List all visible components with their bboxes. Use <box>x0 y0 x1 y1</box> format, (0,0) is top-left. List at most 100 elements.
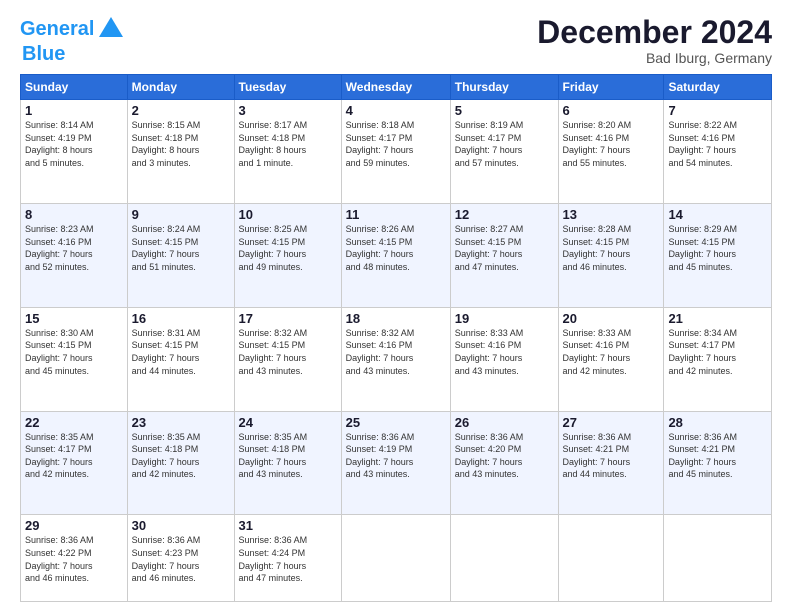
day-info: Sunrise: 8:36 AMSunset: 4:21 PMDaylight:… <box>563 431 660 481</box>
day-info: Sunrise: 8:36 AMSunset: 4:23 PMDaylight:… <box>132 534 230 584</box>
table-row: 29Sunrise: 8:36 AMSunset: 4:22 PMDayligh… <box>21 515 128 602</box>
day-info: Sunrise: 8:17 AMSunset: 4:18 PMDaylight:… <box>239 119 337 169</box>
logo-general: General <box>20 18 94 40</box>
logo-text: General <box>20 18 94 40</box>
table-row <box>341 515 450 602</box>
day-number: 22 <box>25 415 123 430</box>
day-number: 7 <box>668 103 767 118</box>
header-row: Sunday Monday Tuesday Wednesday Thursday… <box>21 75 772 100</box>
day-number: 11 <box>346 207 446 222</box>
page: General Blue December 2024 Bad Iburg, Ge… <box>0 0 792 612</box>
table-row: 26Sunrise: 8:36 AMSunset: 4:20 PMDayligh… <box>450 411 558 515</box>
day-number: 20 <box>563 311 660 326</box>
calendar-week-row: 15Sunrise: 8:30 AMSunset: 4:15 PMDayligh… <box>21 307 772 411</box>
day-number: 26 <box>455 415 554 430</box>
day-info: Sunrise: 8:25 AMSunset: 4:15 PMDaylight:… <box>239 223 337 273</box>
day-info: Sunrise: 8:35 AMSunset: 4:18 PMDaylight:… <box>132 431 230 481</box>
day-info: Sunrise: 8:18 AMSunset: 4:17 PMDaylight:… <box>346 119 446 169</box>
day-info: Sunrise: 8:36 AMSunset: 4:21 PMDaylight:… <box>668 431 767 481</box>
day-info: Sunrise: 8:24 AMSunset: 4:15 PMDaylight:… <box>132 223 230 273</box>
col-sunday: Sunday <box>21 75 128 100</box>
day-number: 28 <box>668 415 767 430</box>
table-row: 2Sunrise: 8:15 AMSunset: 4:18 PMDaylight… <box>127 100 234 204</box>
table-row: 27Sunrise: 8:36 AMSunset: 4:21 PMDayligh… <box>558 411 664 515</box>
table-row: 12Sunrise: 8:27 AMSunset: 4:15 PMDayligh… <box>450 204 558 308</box>
day-number: 17 <box>239 311 337 326</box>
day-info: Sunrise: 8:23 AMSunset: 4:16 PMDaylight:… <box>25 223 123 273</box>
table-row: 4Sunrise: 8:18 AMSunset: 4:17 PMDaylight… <box>341 100 450 204</box>
calendar-week-row: 8Sunrise: 8:23 AMSunset: 4:16 PMDaylight… <box>21 204 772 308</box>
table-row: 28Sunrise: 8:36 AMSunset: 4:21 PMDayligh… <box>664 411 772 515</box>
table-row: 24Sunrise: 8:35 AMSunset: 4:18 PMDayligh… <box>234 411 341 515</box>
day-number: 3 <box>239 103 337 118</box>
day-info: Sunrise: 8:32 AMSunset: 4:16 PMDaylight:… <box>346 327 446 377</box>
day-info: Sunrise: 8:36 AMSunset: 4:20 PMDaylight:… <box>455 431 554 481</box>
day-number: 21 <box>668 311 767 326</box>
table-row: 17Sunrise: 8:32 AMSunset: 4:15 PMDayligh… <box>234 307 341 411</box>
table-row: 25Sunrise: 8:36 AMSunset: 4:19 PMDayligh… <box>341 411 450 515</box>
day-number: 27 <box>563 415 660 430</box>
table-row: 14Sunrise: 8:29 AMSunset: 4:15 PMDayligh… <box>664 204 772 308</box>
day-number: 23 <box>132 415 230 430</box>
day-number: 4 <box>346 103 446 118</box>
day-info: Sunrise: 8:34 AMSunset: 4:17 PMDaylight:… <box>668 327 767 377</box>
day-info: Sunrise: 8:26 AMSunset: 4:15 PMDaylight:… <box>346 223 446 273</box>
day-info: Sunrise: 8:31 AMSunset: 4:15 PMDaylight:… <box>132 327 230 377</box>
table-row: 22Sunrise: 8:35 AMSunset: 4:17 PMDayligh… <box>21 411 128 515</box>
day-info: Sunrise: 8:22 AMSunset: 4:16 PMDaylight:… <box>668 119 767 169</box>
col-wednesday: Wednesday <box>341 75 450 100</box>
day-info: Sunrise: 8:20 AMSunset: 4:16 PMDaylight:… <box>563 119 660 169</box>
day-number: 14 <box>668 207 767 222</box>
logo-area: General Blue <box>20 15 125 66</box>
day-info: Sunrise: 8:36 AMSunset: 4:19 PMDaylight:… <box>346 431 446 481</box>
calendar-table: Sunday Monday Tuesday Wednesday Thursday… <box>20 74 772 602</box>
day-info: Sunrise: 8:35 AMSunset: 4:18 PMDaylight:… <box>239 431 337 481</box>
day-number: 25 <box>346 415 446 430</box>
day-info: Sunrise: 8:33 AMSunset: 4:16 PMDaylight:… <box>563 327 660 377</box>
day-info: Sunrise: 8:27 AMSunset: 4:15 PMDaylight:… <box>455 223 554 273</box>
table-row: 7Sunrise: 8:22 AMSunset: 4:16 PMDaylight… <box>664 100 772 204</box>
day-number: 31 <box>239 518 337 533</box>
logo-blue: Blue <box>22 43 65 66</box>
month-title: December 2024 <box>537 15 772 50</box>
day-number: 15 <box>25 311 123 326</box>
day-info: Sunrise: 8:29 AMSunset: 4:15 PMDaylight:… <box>668 223 767 273</box>
day-number: 5 <box>455 103 554 118</box>
day-info: Sunrise: 8:14 AMSunset: 4:19 PMDaylight:… <box>25 119 123 169</box>
day-info: Sunrise: 8:33 AMSunset: 4:16 PMDaylight:… <box>455 327 554 377</box>
table-row <box>558 515 664 602</box>
day-number: 29 <box>25 518 123 533</box>
day-number: 12 <box>455 207 554 222</box>
col-monday: Monday <box>127 75 234 100</box>
day-number: 19 <box>455 311 554 326</box>
table-row <box>664 515 772 602</box>
table-row: 3Sunrise: 8:17 AMSunset: 4:18 PMDaylight… <box>234 100 341 204</box>
day-number: 8 <box>25 207 123 222</box>
table-row: 10Sunrise: 8:25 AMSunset: 4:15 PMDayligh… <box>234 204 341 308</box>
day-info: Sunrise: 8:36 AMSunset: 4:22 PMDaylight:… <box>25 534 123 584</box>
day-info: Sunrise: 8:30 AMSunset: 4:15 PMDaylight:… <box>25 327 123 377</box>
table-row: 5Sunrise: 8:19 AMSunset: 4:17 PMDaylight… <box>450 100 558 204</box>
day-number: 6 <box>563 103 660 118</box>
calendar-week-row: 29Sunrise: 8:36 AMSunset: 4:22 PMDayligh… <box>21 515 772 602</box>
col-tuesday: Tuesday <box>234 75 341 100</box>
day-info: Sunrise: 8:19 AMSunset: 4:17 PMDaylight:… <box>455 119 554 169</box>
header: General Blue December 2024 Bad Iburg, Ge… <box>20 15 772 66</box>
day-number: 1 <box>25 103 123 118</box>
day-number: 13 <box>563 207 660 222</box>
logo-icon <box>97 15 125 43</box>
day-info: Sunrise: 8:15 AMSunset: 4:18 PMDaylight:… <box>132 119 230 169</box>
day-info: Sunrise: 8:36 AMSunset: 4:24 PMDaylight:… <box>239 534 337 584</box>
table-row: 21Sunrise: 8:34 AMSunset: 4:17 PMDayligh… <box>664 307 772 411</box>
table-row: 19Sunrise: 8:33 AMSunset: 4:16 PMDayligh… <box>450 307 558 411</box>
table-row: 15Sunrise: 8:30 AMSunset: 4:15 PMDayligh… <box>21 307 128 411</box>
table-row: 11Sunrise: 8:26 AMSunset: 4:15 PMDayligh… <box>341 204 450 308</box>
table-row: 6Sunrise: 8:20 AMSunset: 4:16 PMDaylight… <box>558 100 664 204</box>
table-row: 31Sunrise: 8:36 AMSunset: 4:24 PMDayligh… <box>234 515 341 602</box>
title-area: December 2024 Bad Iburg, Germany <box>537 15 772 66</box>
day-number: 30 <box>132 518 230 533</box>
day-number: 10 <box>239 207 337 222</box>
table-row: 16Sunrise: 8:31 AMSunset: 4:15 PMDayligh… <box>127 307 234 411</box>
day-number: 16 <box>132 311 230 326</box>
table-row: 13Sunrise: 8:28 AMSunset: 4:15 PMDayligh… <box>558 204 664 308</box>
